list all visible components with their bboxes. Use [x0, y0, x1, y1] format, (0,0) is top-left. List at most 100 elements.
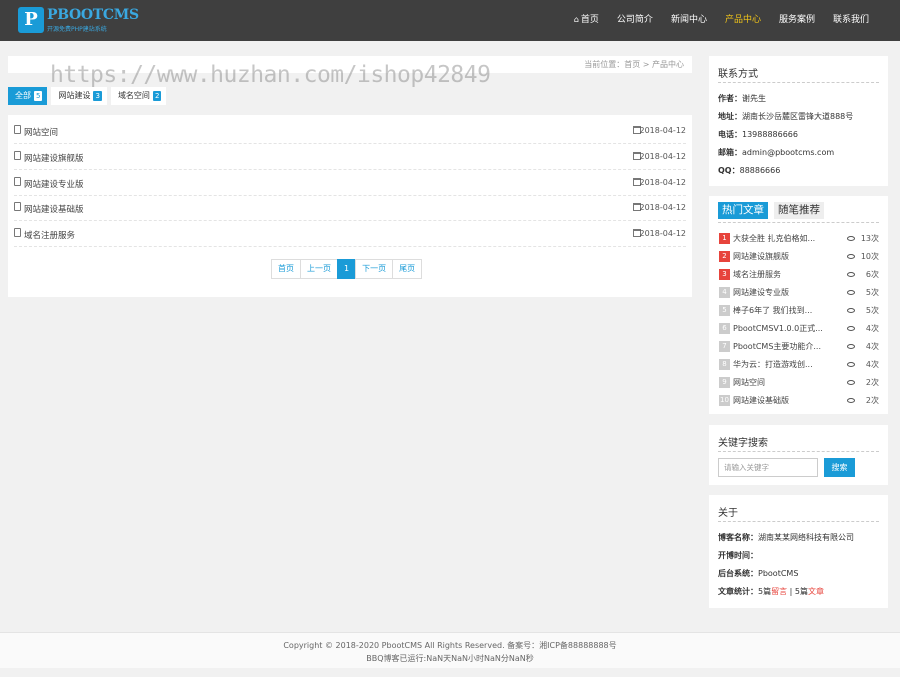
- field-label: 邮箱：: [718, 148, 742, 157]
- view-count: 13次: [860, 234, 879, 243]
- hot-article-title[interactable]: 域名注册服务: [733, 269, 833, 280]
- nav-item-home[interactable]: ⌂ 首页: [565, 0, 608, 41]
- nav-item-cases[interactable]: 服务案例: [770, 0, 824, 41]
- search-button[interactable]: 搜索: [824, 458, 855, 477]
- hot-article-title[interactable]: 网站建设专业版: [733, 287, 833, 298]
- keyword-search-input[interactable]: [718, 458, 818, 477]
- nav-item-contact[interactable]: 联系我们: [824, 0, 878, 41]
- home-icon: ⌂: [573, 15, 579, 24]
- top-navbar: P PBOOTCMS 开源免费PHP建站系统 ⌂ 首页 公司简介 新闻中心 产品中…: [0, 0, 900, 41]
- tab-label: 域名空间: [117, 91, 150, 100]
- list-item-date: 2018-04-12: [639, 152, 687, 161]
- hot-article-item[interactable]: 9 网站空间 2次: [719, 376, 879, 390]
- hot-article-item[interactable]: 8 华为云：打造游戏创... 4次: [719, 358, 879, 372]
- view-count: 5次: [865, 306, 879, 315]
- divider: [718, 521, 879, 522]
- rank-badge: 6: [719, 323, 730, 334]
- tab-website-build[interactable]: 网站建设 3: [51, 87, 107, 105]
- field-label: 文章统计：: [718, 587, 758, 596]
- hot-article-title[interactable]: 网站建设基础版: [733, 395, 833, 406]
- hot-article-title[interactable]: 华为云：打造游戏创...: [733, 359, 833, 370]
- list-item-title[interactable]: 网站空间: [24, 126, 58, 138]
- list-item[interactable]: 网站建设专业版 2018-04-12: [14, 171, 686, 196]
- tab-all[interactable]: 全部 5: [8, 87, 48, 105]
- list-item-title[interactable]: 网站建设专业版: [24, 178, 84, 190]
- field-value: PbootCMS: [758, 569, 799, 578]
- rank-badge: 9: [719, 377, 730, 388]
- footer: Copyright © 2018-2020 PbootCMS All Right…: [0, 632, 900, 668]
- category-tabs: 全部 5 网站建设 3 域名空间 2: [8, 87, 170, 105]
- watermark-text: https://www.huzhan.com/ishop42849: [50, 62, 491, 88]
- tab-label: 全部: [15, 91, 31, 100]
- site-logo[interactable]: P PBOOTCMS 开源免费PHP建站系统: [18, 6, 148, 34]
- view-count: 2次: [865, 378, 879, 387]
- list-item[interactable]: 网站空间 2018-04-12: [14, 119, 686, 144]
- divider: [718, 82, 879, 83]
- blog-open-time: 开博时间：: [718, 550, 758, 561]
- breadcrumb-current[interactable]: 产品中心: [652, 60, 684, 69]
- hot-article-item[interactable]: 3 域名注册服务 6次: [719, 268, 879, 282]
- stats-messages-link[interactable]: 留言: [771, 587, 787, 596]
- nav-item-products[interactable]: 产品中心: [716, 0, 770, 41]
- page-prev-button[interactable]: 上一页: [300, 259, 338, 279]
- nav-item-news[interactable]: 新闻中心: [662, 0, 716, 41]
- page-first-button[interactable]: 首页: [271, 259, 301, 279]
- breadcrumb: 当前位置：首页 > 产品中心: [584, 59, 684, 70]
- field-value: 88886666: [739, 166, 781, 175]
- hot-article-item[interactable]: 2 网站建设旗舰版 10次: [719, 250, 879, 264]
- tab-label: 网站建设: [58, 91, 91, 100]
- eye-icon: [847, 344, 855, 349]
- count-badge: 2: [152, 91, 162, 101]
- backend-system: 后台系统：PbootCMS: [718, 568, 798, 579]
- rank-badge: 10: [719, 395, 730, 406]
- breadcrumb-home-link[interactable]: 首页: [624, 60, 640, 69]
- tab-random-posts[interactable]: 随笔推荐: [774, 202, 824, 219]
- eye-icon: [847, 290, 855, 295]
- hot-article-title[interactable]: PbootCMSV1.0.0正式...: [733, 323, 833, 334]
- field-value: 湖南某某网络科技有限公司: [758, 533, 854, 542]
- hot-article-title[interactable]: 网站建设旗舰版: [733, 251, 833, 262]
- list-item-title[interactable]: 网站建设基础版: [24, 203, 84, 215]
- hot-article-item[interactable]: 4 网站建设专业版 5次: [719, 286, 879, 300]
- search-panel: 关键字搜索 搜索: [709, 425, 888, 485]
- list-item-title[interactable]: 网站建设旗舰版: [24, 152, 84, 164]
- document-icon: [14, 202, 21, 211]
- nav-item-about[interactable]: 公司简介: [608, 0, 662, 41]
- page-last-button[interactable]: 尾页: [392, 259, 423, 279]
- list-item-title[interactable]: 域名注册服务: [24, 229, 75, 241]
- contact-panel: 联系方式 作者：谢先生 地址：湖南长沙岳麓区雷锋大道888号 电话：139888…: [709, 56, 888, 186]
- document-icon: [14, 177, 21, 186]
- tab-hot-articles[interactable]: 热门文章: [718, 202, 768, 219]
- hot-article-item[interactable]: 5 棒子6年了 我们找到... 5次: [719, 304, 879, 318]
- list-item[interactable]: 网站建设基础版 2018-04-12: [14, 196, 686, 221]
- rank-badge: 2: [719, 251, 730, 262]
- list-item-date: 2018-04-12: [639, 178, 687, 187]
- main-nav: ⌂ 首页 公司简介 新闻中心 产品中心 服务案例 联系我们: [565, 0, 878, 41]
- hot-article-title[interactable]: 网站空间: [733, 377, 833, 388]
- field-value: 谢先生: [742, 94, 766, 103]
- contact-qq: QQ：88886666: [718, 165, 780, 176]
- hot-article-item[interactable]: 1 大获全胜 扎克伯格如... 13次: [719, 232, 879, 246]
- count-badge: 5: [34, 91, 43, 101]
- hot-article-item[interactable]: 6 PbootCMSV1.0.0正式... 4次: [719, 322, 879, 336]
- article-stats: 文章统计：5篇留言 | 5篇文章: [718, 586, 824, 597]
- pagination: 首页 上一页 1 下一页 尾页: [271, 259, 423, 279]
- document-icon: [14, 151, 21, 160]
- list-item[interactable]: 域名注册服务 2018-04-12: [14, 222, 686, 247]
- hot-article-item[interactable]: 7 PbootCMS主要功能介... 4次: [719, 340, 879, 354]
- hot-article-title[interactable]: PbootCMS主要功能介...: [733, 341, 833, 352]
- tab-domain-hosting[interactable]: 域名空间 2: [110, 87, 167, 105]
- page-next-button[interactable]: 下一页: [355, 259, 394, 279]
- list-item[interactable]: 网站建设旗舰版 2018-04-12: [14, 145, 686, 170]
- hot-article-title[interactable]: 大获全胜 扎克伯格如...: [733, 233, 833, 244]
- divider: [718, 451, 879, 452]
- stats-articles-link[interactable]: 文章: [808, 587, 824, 596]
- view-count: 6次: [865, 270, 879, 279]
- document-icon: [14, 125, 21, 134]
- hot-article-item[interactable]: 10 网站建设基础版 2次: [719, 394, 879, 408]
- breadcrumb-prefix: 当前位置：: [584, 60, 625, 69]
- footer-copyright: Copyright © 2018-2020 PbootCMS All Right…: [283, 641, 617, 650]
- nav-item-label: 首页: [580, 15, 599, 25]
- hot-article-title[interactable]: 棒子6年了 我们找到...: [733, 305, 833, 316]
- page-current-button[interactable]: 1: [337, 259, 357, 279]
